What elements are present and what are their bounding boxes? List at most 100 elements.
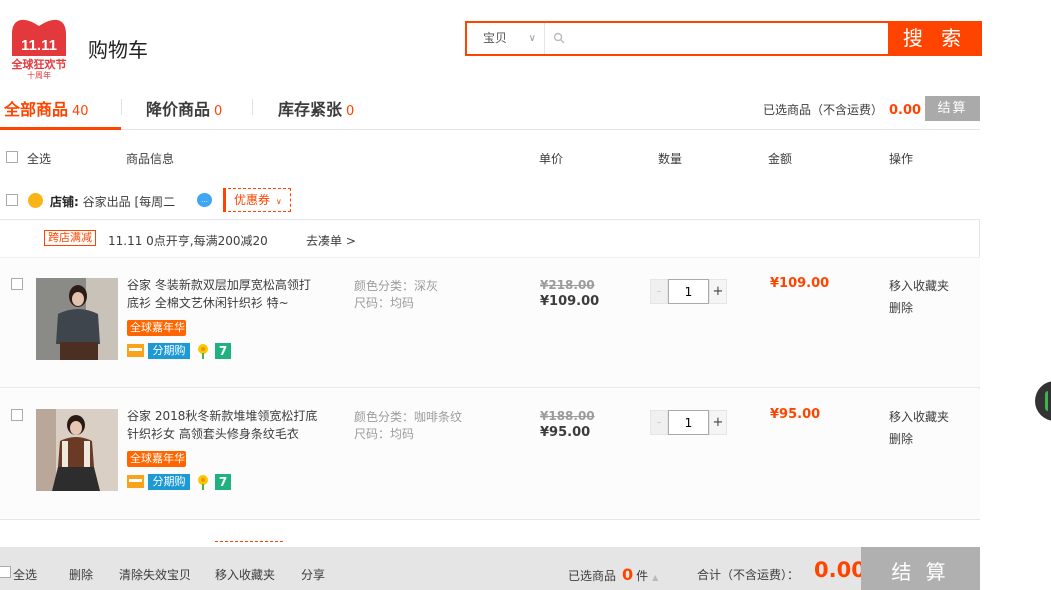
footer-total-label: 合计（不含运费）： xyxy=(697,568,800,582)
logo-main-text: 11.11 xyxy=(21,37,57,54)
item-checkbox[interactable] xyxy=(11,409,23,421)
promo-badge: 全球嘉年华 xyxy=(127,451,186,467)
delete-link[interactable]: 删除 xyxy=(889,299,913,316)
logo-anniv-text: 十周年 xyxy=(27,70,51,80)
tab-count: 0 xyxy=(214,104,223,119)
coupon-button[interactable]: 优惠券 ∨ xyxy=(223,188,291,212)
footer-selected-label: 已选商品 xyxy=(568,569,617,583)
shop-icon xyxy=(28,193,43,208)
col-select-all[interactable]: 全选 xyxy=(27,150,51,167)
item-unit-price: ¥95.00 xyxy=(540,425,591,440)
tab-active-indicator xyxy=(0,127,121,130)
brand-logo[interactable]: 11.11 全球狂欢节 十周年 xyxy=(4,12,74,80)
item-thumbnail[interactable] xyxy=(36,409,118,491)
seven-day-return-icon: 7 xyxy=(215,343,231,359)
item-attr-color: 颜色分类：咖啡条纹 xyxy=(354,410,463,424)
chevron-up-icon: ▲ xyxy=(652,573,659,582)
chevron-down-icon: ∨ xyxy=(528,33,536,44)
col-quantity: 数量 xyxy=(658,152,683,166)
search-bar: 宝贝 ∨ 搜 索 xyxy=(465,21,982,56)
quantity-decrement-button[interactable]: - xyxy=(650,410,668,435)
quantity-input[interactable] xyxy=(668,279,709,304)
flower-icon xyxy=(198,475,208,490)
footer-delete-button[interactable]: 删除 xyxy=(69,566,93,583)
quantity-stepper: - + xyxy=(650,410,728,435)
tab-count: 0 xyxy=(346,104,355,119)
quantity-input[interactable] xyxy=(668,410,709,435)
top-checkout-button[interactable]: 结算 xyxy=(925,96,980,121)
item-title[interactable]: 谷家 冬装新款双层加厚宽松高领打底衫 全棉文艺休闲针织衫 特~ xyxy=(127,276,322,312)
tab-divider xyxy=(121,99,122,115)
search-button[interactable]: 搜 索 xyxy=(888,21,982,56)
clear-invalid-button[interactable]: 清除失效宝贝 xyxy=(119,566,191,583)
item-checkbox[interactable] xyxy=(11,278,23,290)
promo-tag: 跨店满减 xyxy=(44,230,96,246)
promo-badge: 全球嘉年华 xyxy=(127,320,186,336)
col-amount: 金额 xyxy=(768,152,793,166)
quantity-increment-button[interactable]: + xyxy=(709,279,727,304)
col-unit-price: 单价 xyxy=(539,152,564,166)
seven-day-return-icon: 7 xyxy=(215,474,231,490)
tab-all-items[interactable]: 全部商品 40 xyxy=(4,96,89,120)
item-amount: ¥95.00 xyxy=(770,407,821,422)
item-title[interactable]: 谷家 2018秋冬新款堆堆领宽松打底针织衫女 高领套头修身条纹毛衣 xyxy=(127,407,322,443)
item-attributes: 颜色分类：深灰 尺码：均码 xyxy=(354,278,438,312)
page-title: 购物车 xyxy=(88,38,148,62)
search-category-label: 宝贝 xyxy=(483,31,508,45)
footer-move-favorites-button[interactable]: 移入收藏夹 xyxy=(215,566,275,583)
tab-divider xyxy=(252,99,253,115)
selected-summary: 已选商品（不含运费） 0.00 xyxy=(763,101,921,118)
delete-link[interactable]: 删除 xyxy=(889,430,913,447)
footer-total-amount: 0.00 xyxy=(814,558,866,582)
item-original-price: ¥218.00 xyxy=(540,278,595,292)
select-all-checkbox[interactable] xyxy=(6,151,18,163)
shop-name[interactable]: 谷家出品 [每周二 xyxy=(83,195,176,209)
chat-icon[interactable]: … xyxy=(197,193,212,207)
logo-sub-text: 全球狂欢节 xyxy=(11,57,67,71)
tab-price-drop[interactable]: 降价商品 0 xyxy=(146,96,222,120)
credit-card-icon xyxy=(127,344,144,357)
quantity-decrement-button[interactable]: - xyxy=(650,279,668,304)
item-attr-size: 尺码：均码 xyxy=(354,427,415,441)
move-to-favorites-link[interactable]: 移入收藏夹 xyxy=(889,277,949,294)
footer-selected-number: 0 xyxy=(622,565,634,584)
divider xyxy=(0,387,980,388)
credit-card-icon xyxy=(127,475,144,488)
item-thumbnail[interactable] xyxy=(36,278,118,360)
item-attr-size: 尺码：均码 xyxy=(354,296,415,310)
item-attributes: 颜色分类：咖啡条纹 尺码：均码 xyxy=(354,409,462,443)
cart-item: 谷家 2018秋冬新款堆堆领宽松打底针织衫女 高领套头修身条纹毛衣 全球嘉年华 … xyxy=(0,389,980,519)
item-amount: ¥109.00 xyxy=(770,276,830,291)
shop-name-row[interactable]: 店铺: 谷家出品 [每周二 xyxy=(50,193,175,210)
col-item-info: 商品信息 xyxy=(126,152,175,166)
promo-text: 11.11 0点开亨,每满200减20 xyxy=(108,234,268,248)
item-original-price: ¥188.00 xyxy=(540,409,595,423)
selected-summary-label: 已选商品（不含运费） xyxy=(763,103,884,117)
tab-label: 库存紧张 xyxy=(278,100,343,119)
item-unit-price: ¥109.00 xyxy=(540,294,600,309)
quantity-increment-button[interactable]: + xyxy=(709,410,727,435)
installment-badge: 分期购 xyxy=(148,474,190,490)
footer-select-all-checkbox[interactable] xyxy=(0,566,11,578)
shop-checkbox[interactable] xyxy=(6,194,18,206)
tab-count: 40 xyxy=(72,104,89,119)
footer-selected-unit: 件 xyxy=(636,569,649,583)
coupon-label: 优惠券 xyxy=(234,193,271,207)
flower-icon xyxy=(198,344,208,359)
search-category-select[interactable]: 宝贝 ∨ xyxy=(467,23,545,54)
chevron-down-icon: ∨ xyxy=(275,197,282,206)
floating-assistant-icon[interactable] xyxy=(1035,381,1051,421)
footer-selected-count[interactable]: 已选商品 0 件 ▲ xyxy=(568,565,658,584)
tab-low-stock[interactable]: 库存紧张 0 xyxy=(278,96,354,120)
shop-label: 店铺: xyxy=(50,195,79,209)
installment-badge: 分期购 xyxy=(148,343,190,359)
promo-link[interactable]: 去凑单 > xyxy=(306,232,356,249)
tab-label: 降价商品 xyxy=(146,100,211,119)
footer-select-all[interactable]: 全选 xyxy=(13,566,37,583)
share-button[interactable]: 分享 xyxy=(301,566,325,583)
checkout-button[interactable]: 结 算 xyxy=(861,547,980,590)
move-to-favorites-link[interactable]: 移入收藏夹 xyxy=(889,408,949,425)
search-input[interactable] xyxy=(546,23,886,54)
cart-item: 谷家 冬装新款双层加厚宽松高领打底衫 全棉文艺休闲针织衫 特~ 全球嘉年华 分期… xyxy=(0,258,980,388)
col-actions: 操作 xyxy=(889,152,914,166)
